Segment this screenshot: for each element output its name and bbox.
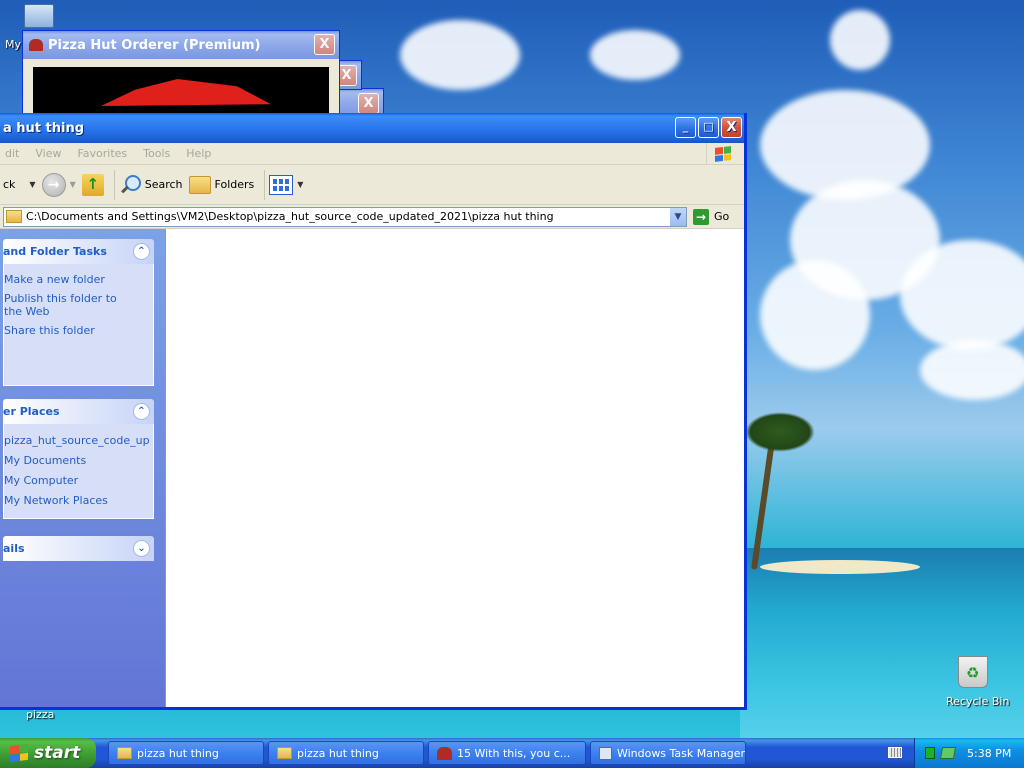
up-folder-button[interactable]: ↑ bbox=[81, 173, 104, 196]
file-folder-tasks-panel: and Folder Tasks ⌃ Make a new folder Pub… bbox=[3, 239, 154, 386]
taskbar-item-group[interactable]: 15 With this, you c... bbox=[428, 741, 586, 765]
close-button[interactable]: X bbox=[721, 117, 742, 138]
folder-content-area[interactable] bbox=[165, 229, 744, 707]
folder-icon bbox=[277, 747, 292, 759]
forward-arrow-icon: → bbox=[41, 172, 66, 197]
my-computer-icon[interactable] bbox=[24, 4, 54, 28]
folder-icon bbox=[117, 747, 132, 759]
clock[interactable]: 5:38 PM bbox=[967, 747, 1011, 760]
maximize-button[interactable]: □ bbox=[698, 117, 719, 138]
address-dropdown-icon[interactable]: ▼ bbox=[669, 207, 686, 226]
task-manager-icon bbox=[599, 746, 612, 760]
go-arrow-icon: → bbox=[693, 208, 709, 225]
minimize-button[interactable]: _ bbox=[675, 117, 696, 138]
details-header[interactable]: ails ⌄ bbox=[3, 536, 154, 561]
folders-button[interactable]: Folders bbox=[188, 175, 254, 194]
make-new-folder-link[interactable]: Make a new folder bbox=[4, 270, 153, 289]
address-input[interactable]: C:\Documents and Settings\VM2\Desktop\pi… bbox=[3, 206, 687, 227]
taskbar-item[interactable]: pizza hut thing bbox=[108, 741, 264, 765]
network-icon[interactable] bbox=[939, 747, 957, 759]
up-folder-icon: ↑ bbox=[81, 173, 104, 196]
island-sand bbox=[760, 560, 920, 574]
other-place-link[interactable]: pizza_hut_source_code_up bbox=[4, 430, 153, 451]
expand-chevron-icon[interactable]: ⌄ bbox=[133, 540, 150, 557]
task-pane: and Folder Tasks ⌃ Make a new folder Pub… bbox=[0, 229, 165, 707]
share-folder-link[interactable]: Share this folder bbox=[4, 321, 153, 340]
go-button[interactable]: → Go bbox=[693, 208, 729, 225]
menu-favorites[interactable]: Favorites bbox=[69, 147, 135, 160]
sea-area bbox=[740, 548, 1024, 738]
close-button[interactable]: X bbox=[314, 34, 335, 55]
search-icon bbox=[119, 174, 141, 196]
desktop-icon-label-recycle-bin[interactable]: Recycle Bin bbox=[946, 695, 1009, 708]
menu-tools[interactable]: Tools bbox=[135, 147, 178, 160]
pizza-hut-logo-image bbox=[33, 67, 329, 113]
taskbar-item[interactable]: pizza hut thing bbox=[268, 741, 424, 765]
window-title: a hut thing bbox=[3, 120, 85, 136]
folders-icon bbox=[188, 175, 211, 194]
other-place-link[interactable]: My Network Places bbox=[4, 491, 153, 510]
pizza-hut-icon bbox=[437, 746, 452, 760]
collapse-chevron-icon[interactable]: ⌃ bbox=[133, 403, 150, 420]
views-button[interactable]: ▼ bbox=[269, 174, 304, 195]
forward-button[interactable]: → ▼ bbox=[41, 172, 76, 197]
publish-folder-link[interactable]: Publish this folder to the Web bbox=[4, 289, 130, 321]
views-dropdown-arrow-icon: ▼ bbox=[297, 180, 304, 189]
details-panel: ails ⌄ bbox=[3, 536, 154, 561]
menu-edit[interactable]: dit bbox=[0, 147, 27, 160]
views-icon bbox=[269, 174, 294, 195]
pizza-hut-orderer-window[interactable]: Pizza Hut Orderer (Premium) X bbox=[22, 30, 340, 120]
window-title: Pizza Hut Orderer (Premium) bbox=[48, 37, 261, 53]
system-tray: 5:38 PM bbox=[914, 738, 1024, 768]
pizza-hut-icon bbox=[29, 39, 43, 51]
windows-logo-icon bbox=[706, 143, 738, 165]
file-folder-tasks-header[interactable]: and Folder Tasks ⌃ bbox=[3, 239, 154, 264]
forward-dropdown-arrow-icon[interactable]: ▼ bbox=[70, 180, 76, 189]
menu-view[interactable]: View bbox=[27, 147, 69, 160]
other-place-link[interactable]: My Computer bbox=[4, 471, 153, 491]
desktop-icon-label-my-computer[interactable]: My bbox=[5, 38, 21, 51]
close-button[interactable]: X bbox=[358, 92, 379, 114]
keyboard-icon[interactable] bbox=[888, 747, 902, 758]
taskbar: start pizza hut thing pizza hut thing 15… bbox=[0, 738, 1024, 768]
other-places-panel: er Places ⌃ pizza_hut_source_code_up My … bbox=[3, 399, 154, 519]
explorer-window[interactable]: a hut thing _ □ X dit View Favorites Too… bbox=[0, 113, 747, 710]
collapse-chevron-icon[interactable]: ⌃ bbox=[133, 243, 150, 260]
menu-bar: dit View Favorites Tools Help bbox=[0, 143, 744, 165]
address-bar: C:\Documents and Settings\VM2\Desktop\pi… bbox=[0, 205, 744, 229]
other-place-link[interactable]: My Documents bbox=[4, 451, 153, 471]
start-button[interactable]: start bbox=[0, 738, 96, 768]
back-dropdown-arrow-icon[interactable]: ▼ bbox=[29, 180, 35, 189]
folder-icon bbox=[6, 210, 22, 223]
taskbar-item[interactable]: Windows Task Manager bbox=[590, 741, 746, 765]
address-path: C:\Documents and Settings\VM2\Desktop\pi… bbox=[26, 210, 554, 223]
windows-logo-icon bbox=[10, 743, 28, 763]
back-button[interactable]: ck ▼ bbox=[0, 178, 36, 191]
task-manager-tray-icon[interactable] bbox=[925, 747, 935, 759]
search-button[interactable]: Search bbox=[119, 174, 183, 196]
toolbar: ck ▼ → ▼ ↑ Search Folders ▼ bbox=[0, 165, 744, 205]
other-places-header[interactable]: er Places ⌃ bbox=[3, 399, 154, 424]
menu-help[interactable]: Help bbox=[178, 147, 219, 160]
